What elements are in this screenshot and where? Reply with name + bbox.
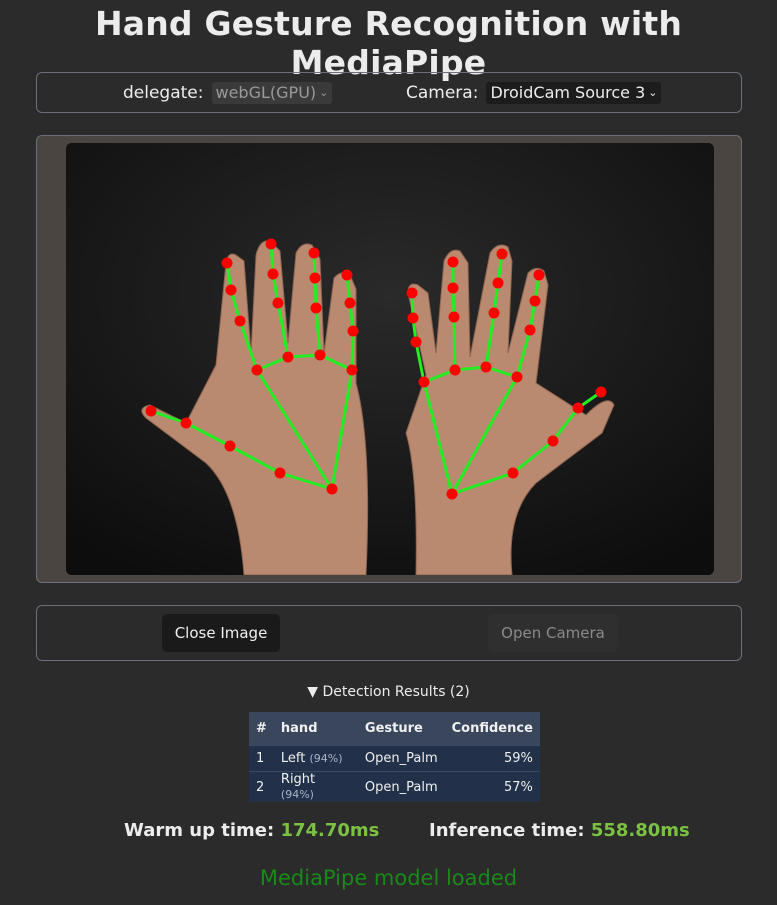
right-hand-landmark <box>507 467 519 479</box>
column-header-index: # <box>249 712 274 746</box>
hand-landmarks-overlay <box>66 143 714 575</box>
right-hand-landmark <box>406 287 418 299</box>
hand-score: (94%) <box>280 788 314 801</box>
detection-results-table: # hand Gesture Confidence 1 Left (94%) O… <box>249 712 540 802</box>
right-hand-landmark <box>449 364 461 376</box>
warmup-time: Warm up time: 174.70ms <box>124 820 379 841</box>
inference-time-value: 558.80ms <box>590 820 690 841</box>
left-hand-landmark <box>180 417 192 429</box>
camera-select[interactable]: DroidCam Source 3 ⌄ <box>486 82 662 104</box>
right-hand-landmark <box>595 386 607 398</box>
table-row: 2 Right (94%) Open_Palm 57% <box>249 771 540 802</box>
right-hand-landmark <box>547 435 559 447</box>
row-confidence: 59% <box>444 745 540 772</box>
warmup-time-label: Warm up time: <box>124 820 275 841</box>
right-hand-landmark <box>448 311 460 323</box>
hand-score: (94%) <box>309 752 343 765</box>
chevron-down-icon: ⌄ <box>319 86 329 99</box>
hands-photo <box>66 143 714 575</box>
right-hand-landmark <box>496 248 508 260</box>
row-index: 2 <box>249 771 274 802</box>
left-hand-landmark <box>234 315 246 327</box>
delegate-label: delegate: <box>123 83 204 103</box>
warmup-time-value: 174.70ms <box>280 820 380 841</box>
left-hand-landmark <box>265 238 277 250</box>
right-hand-landmark <box>524 324 536 336</box>
left-hand-landmark <box>341 269 353 281</box>
hand-label: Right <box>280 772 316 787</box>
right-hand-landmark <box>533 269 545 281</box>
left-hand-landmark <box>344 297 356 309</box>
column-header-hand: hand <box>273 712 358 746</box>
left-hand-landmark <box>347 325 359 337</box>
row-gesture: Open_Palm <box>357 771 445 802</box>
right-hand-landmark <box>418 376 430 388</box>
row-confidence: 57% <box>444 771 540 802</box>
delegate-select[interactable]: webGL(GPU) ⌄ <box>211 82 333 104</box>
right-hand-landmark <box>447 282 459 294</box>
right-hand-landmark <box>410 336 422 348</box>
table-header-row: # hand Gesture Confidence <box>249 712 540 746</box>
left-hand-landmark <box>221 257 233 269</box>
open-camera-button[interactable]: Open Camera <box>488 614 618 652</box>
delegate-select-value: webGL(GPU) <box>215 83 317 102</box>
left-hand-connection <box>350 330 355 371</box>
left-hand-landmark <box>251 364 263 376</box>
camera-select-value: DroidCam Source 3 <box>490 83 646 102</box>
left-hand-landmark <box>272 297 284 309</box>
inference-time: Inference time: 558.80ms <box>429 820 690 841</box>
left-hand-landmark <box>308 247 320 259</box>
hand-label: Left <box>280 751 306 766</box>
triangle-down-icon: ▼ <box>307 684 319 700</box>
right-hand-landmark <box>446 488 458 500</box>
right-hand-landmark <box>447 256 459 268</box>
delegate-control: delegate: webGL(GPU) ⌄ <box>123 82 333 104</box>
controls-bar: delegate: webGL(GPU) ⌄ Camera: DroidCam … <box>36 72 742 113</box>
right-hand-landmark <box>492 277 504 289</box>
left-hand-landmark <box>224 440 236 452</box>
row-gesture: Open_Palm <box>357 745 445 772</box>
right-hand-connection <box>452 316 457 371</box>
table-row: 1 Left (94%) Open_Palm 59% <box>249 745 540 772</box>
row-hand: Left (94%) <box>273 745 358 772</box>
image-panel <box>36 135 742 583</box>
camera-label: Camera: <box>406 83 479 103</box>
button-bar: Close Image Open Camera <box>36 605 742 661</box>
left-hand-landmark <box>225 284 237 296</box>
detection-results-summary[interactable]: ▼ Detection Results (2) <box>0 684 777 700</box>
inference-time-label: Inference time: <box>429 820 585 841</box>
chevron-down-icon: ⌄ <box>648 86 658 99</box>
left-hand-landmark <box>314 349 326 361</box>
left-hand-landmark <box>310 302 322 314</box>
row-index: 1 <box>249 745 274 772</box>
column-header-confidence: Confidence <box>444 712 540 746</box>
camera-control: Camera: DroidCam Source 3 ⌄ <box>406 82 662 104</box>
left-hand-landmark <box>267 268 279 280</box>
right-hand-landmark <box>480 361 492 373</box>
page-title: Hand Gesture Recognition with MediaPipe <box>94 4 683 82</box>
left-hand-landmark <box>145 405 157 417</box>
column-header-gesture: Gesture <box>357 712 445 746</box>
close-image-button[interactable]: Close Image <box>162 614 280 652</box>
left-hand-landmark <box>309 272 321 284</box>
right-hand-landmark <box>529 295 541 307</box>
model-status: MediaPipe model loaded <box>259 866 518 890</box>
right-hand-landmark <box>572 402 584 414</box>
left-hand-landmark <box>346 364 358 376</box>
right-hand-landmark <box>488 307 500 319</box>
row-hand: Right (94%) <box>273 771 358 802</box>
left-hand-landmark <box>326 483 338 495</box>
left-hand-landmark <box>282 351 294 363</box>
left-hand-landmark <box>274 467 286 479</box>
right-hand-landmark <box>511 371 523 383</box>
right-hand-landmark <box>407 312 419 324</box>
detection-results-label: Detection Results (2) <box>322 684 470 700</box>
